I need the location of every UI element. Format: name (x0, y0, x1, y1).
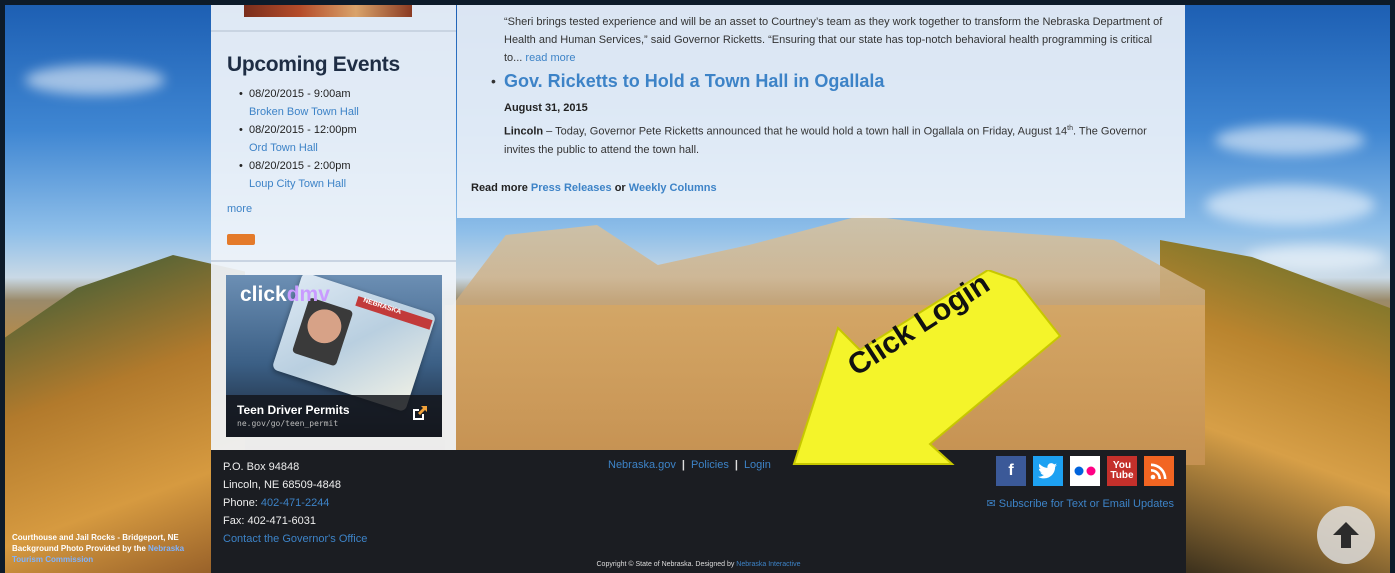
clickdmv-logo: clickdmv (240, 283, 330, 306)
weekly-columns-link[interactable]: Weekly Columns (629, 182, 717, 194)
rss-icon[interactable] (1144, 456, 1174, 486)
press-releases-link[interactable]: Press Releases (531, 182, 612, 194)
news-read-more: Read more Press Releases or Weekly Colum… (471, 182, 717, 194)
event-link[interactable]: Broken Bow Town Hall (249, 103, 359, 121)
news-headline-link[interactable]: Gov. Ricketts to Hold a Town Hall in Oga… (504, 71, 884, 92)
upcoming-events-title: Upcoming Events (227, 53, 400, 76)
photo-credit: Courthouse and Jail Rocks - Bridgeport, … (12, 533, 185, 564)
scroll-to-top-button[interactable] (1317, 506, 1375, 564)
contact-governor-link[interactable]: Contact the Governor's Office (223, 530, 367, 548)
nebraska-gov-link[interactable]: Nebraska.gov (608, 459, 676, 471)
clickdmv-banner[interactable]: NEBRASKA clickdmv Teen Driver Permits ne… (226, 275, 442, 437)
youtube-icon[interactable]: You Tube (1107, 456, 1137, 486)
divider (211, 30, 456, 32)
events-more-link[interactable]: more (227, 203, 252, 215)
news-panel: “Sheri brings tested experience and will… (457, 5, 1185, 218)
events-more-button[interactable] (227, 234, 255, 245)
sidebar-featured-image[interactable] (244, 5, 412, 17)
event-datetime: 08/20/2015 - 9:00am (249, 88, 351, 100)
external-link-icon (413, 406, 427, 420)
event-link[interactable]: Ord Town Hall (249, 139, 359, 157)
footer-links: Nebraska.gov | Policies | Login (608, 459, 771, 471)
news-quote: “Sheri brings tested experience and will… (504, 16, 1163, 64)
footer-address: P.O. Box 94848 Lincoln, NE 68509-4848 Ph… (223, 458, 367, 548)
clickdmv-title: Teen Driver Permits (237, 403, 350, 417)
news-body: Lincoln – Today, Governor Pete Ricketts … (504, 125, 1147, 156)
event-datetime: 08/20/2015 - 2:00pm (249, 160, 351, 172)
clickdmv-caption-bar: Teen Driver Permits ne.gov/go/teen_permi… (226, 395, 442, 437)
login-link[interactable]: Login (744, 459, 771, 471)
event-link[interactable]: Loup City Town Hall (249, 175, 359, 193)
clickdmv-url: ne.gov/go/teen_permit (237, 419, 339, 428)
event-item: • 08/20/2015 - 12:00pm Ord Town Hall (239, 121, 359, 157)
events-list: • 08/20/2015 - 9:00am Broken Bow Town Ha… (239, 85, 359, 193)
email-icon: ✉ (986, 498, 999, 510)
nebraska-interactive-link[interactable]: Nebraska Interactive (736, 561, 800, 568)
subscribe-link[interactable]: ✉ Subscribe for Text or Email Updates (986, 497, 1174, 510)
copyright: Copyright © State of Nebraska. Designed … (596, 561, 801, 568)
divider (211, 260, 456, 262)
sidebar: Upcoming Events • 08/20/2015 - 9:00am Br… (211, 5, 456, 450)
event-datetime: 08/20/2015 - 12:00pm (249, 124, 357, 136)
phone-link[interactable]: 402-471-2244 (261, 497, 330, 509)
event-item: • 08/20/2015 - 9:00am Broken Bow Town Ha… (239, 85, 359, 121)
arrow-up-icon (1333, 522, 1359, 548)
policies-link[interactable]: Policies (691, 459, 729, 471)
event-item: • 08/20/2015 - 2:00pm Loup City Town Hal… (239, 157, 359, 193)
news-date: August 31, 2015 (504, 102, 588, 114)
read-more-link[interactable]: read more (525, 52, 575, 64)
